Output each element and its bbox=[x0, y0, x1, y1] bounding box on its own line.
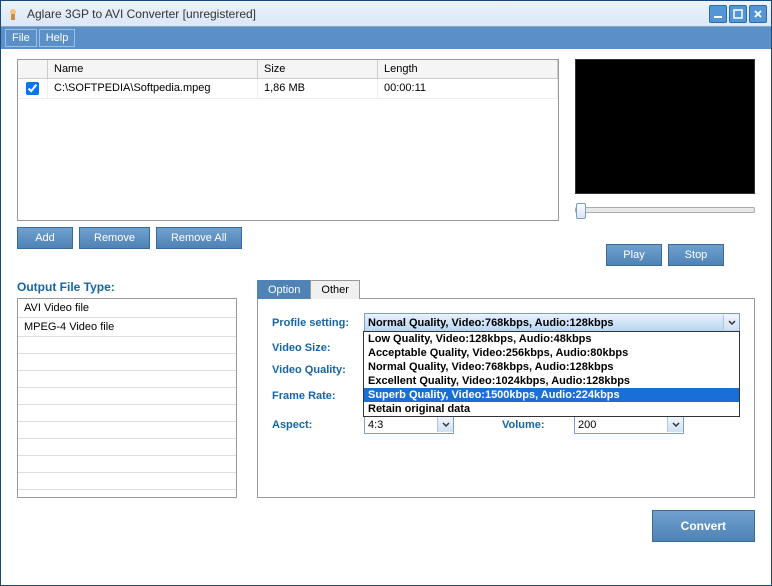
top-row: Name Size Length C:\SOFTPEDIA\Softpedia.… bbox=[17, 59, 755, 266]
play-button[interactable]: Play bbox=[606, 244, 662, 266]
app-icon bbox=[5, 6, 21, 22]
file-panel: Name Size Length C:\SOFTPEDIA\Softpedia.… bbox=[17, 59, 559, 266]
window-title: Aglare 3GP to AVI Converter [unregistere… bbox=[27, 7, 709, 21]
profile-option-low[interactable]: Low Quality, Video:128kbps, Audio:48kbps bbox=[364, 332, 739, 346]
output-item-mpeg4[interactable]: MPEG-4 Video file bbox=[18, 318, 236, 337]
col-length[interactable]: Length bbox=[378, 60, 558, 78]
seek-slider-row bbox=[575, 200, 755, 220]
aspect-col: Aspect: 4:3 bbox=[272, 415, 472, 434]
profile-label: Profile setting: bbox=[272, 317, 364, 329]
file-row-length: 00:00:11 bbox=[378, 79, 558, 98]
col-size[interactable]: Size bbox=[258, 60, 378, 78]
profile-option-retain[interactable]: Retain original data bbox=[364, 402, 739, 416]
profile-option-acceptable[interactable]: Acceptable Quality, Video:256kbps, Audio… bbox=[364, 346, 739, 360]
window-controls bbox=[709, 5, 767, 23]
bottom-row: Output File Type: AVI Video file MPEG-4 … bbox=[17, 280, 755, 542]
main-content: Name Size Length C:\SOFTPEDIA\Softpedia.… bbox=[1, 49, 771, 585]
menu-file[interactable]: File bbox=[5, 29, 37, 47]
close-button[interactable] bbox=[749, 5, 767, 23]
profile-row: Profile setting: Normal Quality, Video:7… bbox=[272, 313, 740, 332]
remove-button[interactable]: Remove bbox=[79, 227, 150, 249]
file-buttons: Add Remove Remove All bbox=[17, 227, 559, 249]
framerate-label: Frame Rate: bbox=[272, 390, 364, 402]
profile-dropdown[interactable]: Low Quality, Video:128kbps, Audio:48kbps… bbox=[363, 331, 740, 417]
file-row-size: 1,86 MB bbox=[258, 79, 378, 98]
col-name[interactable]: Name bbox=[48, 60, 258, 78]
aspect-label: Aspect: bbox=[272, 419, 364, 431]
menubar: File Help bbox=[1, 27, 771, 49]
file-row-name: C:\SOFTPEDIA\Softpedia.mpeg bbox=[48, 79, 258, 98]
output-column: Output File Type: AVI Video file MPEG-4 … bbox=[17, 280, 237, 542]
profile-option-superb[interactable]: Superb Quality, Video:1500kbps, Audio:22… bbox=[364, 388, 739, 402]
output-type-label: Output File Type: bbox=[17, 280, 237, 294]
titlebar: Aglare 3GP to AVI Converter [unregistere… bbox=[1, 1, 771, 27]
preview-buttons: Play Stop bbox=[575, 244, 755, 266]
profile-select[interactable]: Normal Quality, Video:768kbps, Audio:128… bbox=[364, 313, 740, 332]
aspect-select[interactable]: 4:3 bbox=[364, 415, 454, 434]
chevron-down-icon bbox=[437, 417, 453, 432]
output-item-avi[interactable]: AVI Video file bbox=[18, 299, 236, 318]
profile-option-normal[interactable]: Normal Quality, Video:768kbps, Audio:128… bbox=[364, 360, 739, 374]
seek-thumb[interactable] bbox=[576, 203, 586, 219]
videosize-label: Video Size: bbox=[272, 342, 364, 354]
preview-column: Play Stop bbox=[575, 59, 755, 266]
convert-row: Convert bbox=[257, 510, 755, 542]
tabs: Option Other bbox=[257, 280, 755, 299]
volume-select[interactable]: 200 bbox=[574, 415, 684, 434]
aspect-value: 4:3 bbox=[368, 419, 383, 431]
add-button[interactable]: Add bbox=[17, 227, 73, 249]
profile-selected: Normal Quality, Video:768kbps, Audio:128… bbox=[368, 317, 614, 329]
file-table-header: Name Size Length bbox=[18, 60, 558, 79]
file-checkbox[interactable] bbox=[26, 82, 39, 95]
video-preview bbox=[575, 59, 755, 194]
profile-option-excellent[interactable]: Excellent Quality, Video:1024kbps, Audio… bbox=[364, 374, 739, 388]
tab-option[interactable]: Option bbox=[257, 280, 311, 299]
output-type-list[interactable]: AVI Video file MPEG-4 Video file bbox=[17, 298, 237, 498]
app-window: Aglare 3GP to AVI Converter [unregistere… bbox=[0, 0, 772, 586]
seek-slider[interactable] bbox=[575, 207, 755, 213]
file-row[interactable]: C:\SOFTPEDIA\Softpedia.mpeg 1,86 MB 00:0… bbox=[18, 79, 558, 99]
aspect-volume-row: Aspect: 4:3 Volume: 200 bbox=[272, 415, 740, 434]
options-column: Option Other Profile setting: Normal Qua… bbox=[257, 280, 755, 542]
minimize-button[interactable] bbox=[709, 5, 727, 23]
volume-col: Volume: 200 bbox=[502, 415, 740, 434]
menu-help[interactable]: Help bbox=[39, 29, 76, 47]
file-row-check[interactable] bbox=[18, 79, 48, 98]
options-panel: Profile setting: Normal Quality, Video:7… bbox=[257, 298, 755, 498]
convert-button[interactable]: Convert bbox=[652, 510, 755, 542]
volume-label: Volume: bbox=[502, 419, 574, 431]
remove-all-button[interactable]: Remove All bbox=[156, 227, 242, 249]
maximize-button[interactable] bbox=[729, 5, 747, 23]
stop-button[interactable]: Stop bbox=[668, 244, 724, 266]
col-check[interactable] bbox=[18, 60, 48, 78]
file-table: Name Size Length C:\SOFTPEDIA\Softpedia.… bbox=[17, 59, 559, 221]
videoquality-label: Video Quality: bbox=[272, 364, 364, 376]
tab-other[interactable]: Other bbox=[310, 280, 360, 299]
chevron-down-icon bbox=[667, 417, 683, 432]
volume-value: 200 bbox=[578, 419, 596, 431]
chevron-down-icon bbox=[723, 315, 739, 330]
